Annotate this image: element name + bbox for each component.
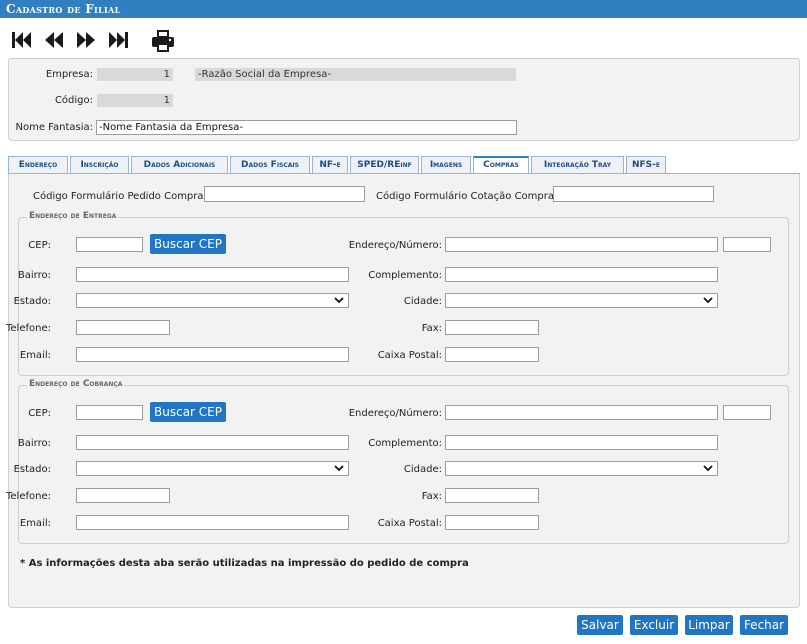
- tab-compras[interactable]: Compras: [473, 156, 529, 174]
- cobranca-email-label: Email:: [19, 518, 51, 529]
- tab-nfe[interactable]: NF-e: [312, 156, 348, 173]
- cobranca-bairro-label: Bairro:: [17, 438, 51, 449]
- empresa-code: 1: [97, 68, 173, 81]
- entrega-fieldset: Endereço de Entrega CEP: Buscar CEP Ende…: [6, 211, 789, 376]
- cobranca-cep-field[interactable]: [76, 405, 143, 420]
- form-pedido-field[interactable]: [204, 186, 365, 202]
- cobranca-bairro-field[interactable]: [76, 435, 349, 450]
- tab-imagens[interactable]: Imagens: [421, 156, 471, 173]
- entrega-numero-field[interactable]: [723, 237, 771, 252]
- codigo-value: 1: [97, 94, 173, 107]
- window-title: Cadastro de Filial: [0, 0, 807, 18]
- cobranca-cidade-label: Cidade:: [403, 464, 442, 475]
- first-record-icon[interactable]: [10, 28, 34, 54]
- entrega-email-field[interactable]: [76, 347, 349, 362]
- cobranca-fax-label: Fax:: [421, 491, 442, 502]
- chevron-down-icon: [334, 297, 344, 304]
- save-button[interactable]: Salvar: [577, 615, 623, 635]
- tab-dados-fiscais[interactable]: Dados Fiscais: [230, 156, 310, 173]
- entrega-fax-field[interactable]: [445, 320, 539, 335]
- cobranca-fax-field[interactable]: [445, 488, 539, 503]
- entrega-endereco-label: Endereço/Número:: [348, 240, 442, 251]
- cobranca-cidade-select[interactable]: [445, 461, 718, 476]
- cobranca-email-field[interactable]: [76, 515, 349, 530]
- entrega-estado-label: Estado:: [13, 296, 51, 307]
- entrega-buscar-cep-button[interactable]: Buscar CEP: [150, 234, 226, 254]
- entrega-bairro-label: Bairro:: [17, 270, 51, 281]
- codigo-label: Código:: [54, 95, 93, 106]
- entrega-bairro-field[interactable]: [76, 267, 349, 282]
- cobranca-cep-label: CEP:: [28, 408, 51, 419]
- entrega-telefone-field[interactable]: [76, 320, 170, 335]
- cobranca-caixa-postal-label: Caixa Postal:: [377, 518, 442, 529]
- tab-inscricao[interactable]: Inscrição: [70, 156, 129, 173]
- tab-sped-reinf[interactable]: SPED/REinf: [350, 156, 419, 173]
- compras-note: * As informações desta aba serão utiliza…: [20, 558, 469, 569]
- entrega-caixa-postal-label: Caixa Postal:: [377, 350, 442, 361]
- entrega-complemento-label: Complemento:: [368, 270, 442, 281]
- nome-fantasia-field[interactable]: -Nome Fantasia da Empresa-: [96, 120, 517, 135]
- entrega-cep-field[interactable]: [76, 237, 143, 252]
- header-card: Empresa: 1 -Razão Social da Empresa- Cód…: [8, 58, 800, 141]
- cobranca-buscar-cep-button[interactable]: Buscar CEP: [150, 402, 226, 422]
- chevron-down-icon: [334, 465, 344, 472]
- entrega-email-label: Email:: [19, 350, 51, 361]
- delete-button[interactable]: Excluir: [630, 615, 678, 635]
- cobranca-estado-label: Estado:: [13, 464, 51, 475]
- cobranca-numero-field[interactable]: [723, 405, 771, 420]
- form-cotacao-field[interactable]: [553, 186, 714, 202]
- entrega-caixa-postal-field[interactable]: [445, 347, 539, 362]
- cobranca-legend: Endereço de Cobrança: [27, 379, 125, 389]
- nome-fantasia-label: Nome Fantasia:: [15, 122, 93, 133]
- empresa-label: Empresa:: [45, 69, 93, 80]
- entrega-estado-select[interactable]: [76, 293, 349, 308]
- form-pedido-label: Código Formulário Pedido Compra:: [33, 191, 207, 202]
- cobranca-telefone-field[interactable]: [76, 488, 170, 503]
- chevron-down-icon: [703, 465, 713, 472]
- cobranca-telefone-label: Telefone:: [6, 491, 51, 502]
- next-record-icon[interactable]: [74, 28, 98, 54]
- entrega-telefone-label: Telefone:: [6, 323, 51, 334]
- printer-icon[interactable]: [150, 28, 176, 54]
- tab-dados-adicionais[interactable]: Dados Adicionais: [131, 156, 228, 173]
- close-button[interactable]: Fechar: [740, 615, 788, 635]
- entrega-endereco-field[interactable]: [445, 237, 718, 252]
- cobranca-estado-select[interactable]: [76, 461, 349, 476]
- chevron-down-icon: [703, 297, 713, 304]
- cobranca-complemento-field[interactable]: [445, 435, 718, 450]
- cobranca-endereco-label: Endereço/Número:: [348, 408, 442, 419]
- entrega-fax-label: Fax:: [421, 323, 442, 334]
- entrega-complemento-field[interactable]: [445, 267, 718, 282]
- tab-integracao-tray[interactable]: Integração Tray: [531, 156, 624, 173]
- cobranca-fieldset: Endereço de Cobrança CEP: Buscar CEP End…: [6, 379, 789, 544]
- entrega-cidade-label: Cidade:: [403, 296, 442, 307]
- previous-record-icon[interactable]: [42, 28, 66, 54]
- form-cotacao-label: Código Formulário Cotação Compra:: [376, 191, 558, 202]
- entrega-cidade-select[interactable]: [445, 293, 718, 308]
- compras-panel: Código Formulário Pedido Compra: Código …: [6, 174, 800, 608]
- tab-endereco[interactable]: Endereço: [8, 156, 68, 173]
- cobranca-complemento-label: Complemento:: [368, 438, 442, 449]
- empresa-name: -Razão Social da Empresa-: [195, 68, 516, 81]
- cobranca-caixa-postal-field[interactable]: [445, 515, 539, 530]
- cobranca-endereco-field[interactable]: [445, 405, 718, 420]
- clear-button[interactable]: Limpar: [685, 615, 733, 635]
- entrega-cep-label: CEP:: [28, 240, 51, 251]
- tab-nfse[interactable]: NFS-e: [626, 156, 666, 173]
- entrega-legend: Endereço de Entrega: [27, 211, 119, 221]
- last-record-icon[interactable]: [106, 28, 130, 54]
